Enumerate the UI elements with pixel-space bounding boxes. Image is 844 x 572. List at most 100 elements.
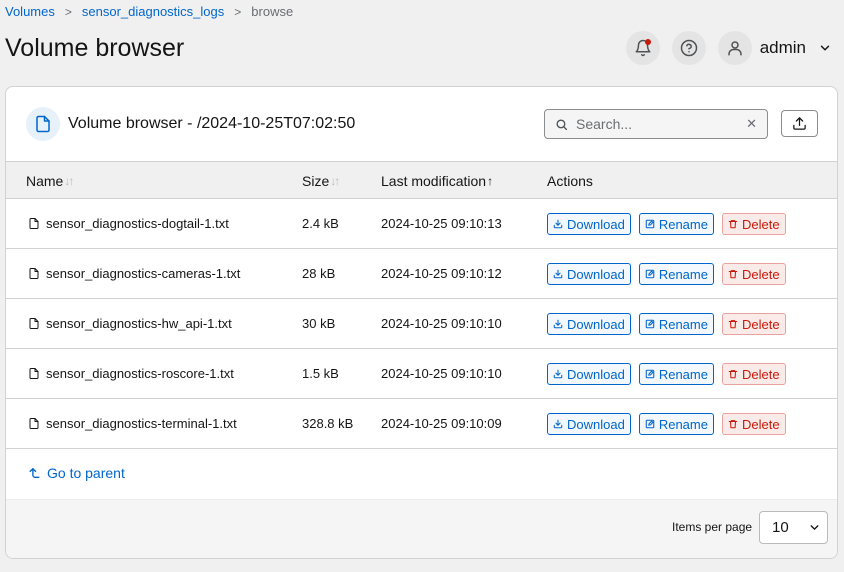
breadcrumb-separator: > xyxy=(64,4,72,19)
breadcrumb-volumes-link[interactable]: Volumes xyxy=(5,4,55,19)
help-button[interactable] xyxy=(671,31,706,65)
rename-label: Rename xyxy=(658,266,708,282)
volume-browser-card: Volume browser - /2024-10-25T07:02:50 ✕ … xyxy=(5,86,838,559)
items-per-page-label: Items per page xyxy=(672,520,753,534)
row-actions: Download Rename Delete xyxy=(547,413,794,435)
column-header-modified-label: Last modification xyxy=(381,173,487,189)
rename-label: Rename xyxy=(658,366,708,382)
rename-button[interactable]: Rename xyxy=(638,263,714,285)
file-size: 328.8 kB xyxy=(302,416,354,431)
user-icon xyxy=(727,41,742,56)
download-button[interactable]: Download xyxy=(547,413,631,435)
column-header-modified[interactable]: Last modification ↑ xyxy=(381,173,493,189)
rename-button[interactable]: Rename xyxy=(638,313,714,335)
items-per-page-select[interactable]: 10 xyxy=(759,511,828,544)
rename-button[interactable]: Rename xyxy=(638,413,714,435)
pagination-footer: Items per page 10 xyxy=(6,499,837,558)
delete-label: Delete xyxy=(741,316,780,332)
edit-icon xyxy=(645,419,655,429)
file-icon xyxy=(29,268,39,279)
breadcrumb: Volumes > sensor_diagnostics_logs > brow… xyxy=(5,4,293,19)
trash-icon xyxy=(728,320,738,329)
table-row: sensor_diagnostics-hw_api-1.txt 30 kB 2024… xyxy=(6,299,837,349)
notifications-button[interactable] xyxy=(625,31,660,65)
file-modified: 2024-10-25 09:10:10 xyxy=(381,316,502,331)
download-button[interactable]: Download xyxy=(547,213,631,235)
edit-icon xyxy=(645,369,655,379)
download-icon xyxy=(553,419,563,429)
row-actions: Download Rename Delete xyxy=(547,263,794,285)
download-icon xyxy=(553,219,563,229)
breadcrumb-current: browse xyxy=(251,4,294,19)
rename-label: Rename xyxy=(658,416,708,432)
download-button[interactable]: Download xyxy=(547,263,631,285)
delete-button[interactable]: Delete xyxy=(721,313,786,335)
table-row: sensor_diagnostics-terminal-1.txt 328.8 k… xyxy=(6,399,837,449)
search-icon xyxy=(556,118,568,130)
user-name[interactable]: admin xyxy=(760,38,806,58)
table-row: sensor_diagnostics-cameras-1.txt 28 kB 202… xyxy=(6,249,837,299)
sort-icon: ↓↑ xyxy=(64,174,74,188)
file-size: 1.5 kB xyxy=(302,366,339,381)
file-name-cell: sensor_diagnostics-terminal-1.txt xyxy=(28,416,237,431)
file-icon xyxy=(29,368,39,379)
search-input[interactable] xyxy=(576,116,736,132)
help-icon xyxy=(680,39,697,57)
file-name-cell: sensor_diagnostics-roscore-1.txt xyxy=(28,366,234,381)
chevron-down-icon xyxy=(810,525,819,530)
card-title: Volume browser - /2024-10-25T07:02:50 xyxy=(68,115,356,132)
delete-button[interactable]: Delete xyxy=(721,263,786,285)
table-header: Name ↓↑ Size ↓↑ Last modification ↑ Acti… xyxy=(6,161,837,199)
row-actions: Download Rename Delete xyxy=(547,313,794,335)
items-per-page-value: 10 xyxy=(772,519,789,536)
file-modified: 2024-10-25 09:10:09 xyxy=(381,416,502,431)
breadcrumb-volume-link[interactable]: sensor_diagnostics_logs xyxy=(82,4,224,19)
delete-button[interactable]: Delete xyxy=(721,213,786,235)
column-header-actions-label: Actions xyxy=(547,173,593,189)
chevron-down-icon[interactable] xyxy=(818,41,832,55)
file-modified: 2024-10-25 09:10:10 xyxy=(381,366,502,381)
edit-icon xyxy=(645,269,655,279)
column-header-actions: Actions xyxy=(547,173,593,189)
upload-icon xyxy=(793,117,806,130)
file-name: sensor_diagnostics-hw_api-1.txt xyxy=(46,316,232,331)
user-avatar[interactable] xyxy=(717,31,752,65)
rename-label: Rename xyxy=(658,316,708,332)
go-to-parent-link[interactable]: Go to parent xyxy=(28,465,125,481)
download-label: Download xyxy=(567,316,625,332)
delete-label: Delete xyxy=(741,266,780,282)
file-table: Name ↓↑ Size ↓↑ Last modification ↑ Acti… xyxy=(6,161,837,449)
delete-button[interactable]: Delete xyxy=(721,413,786,435)
download-button[interactable]: Download xyxy=(547,313,631,335)
delete-label: Delete xyxy=(741,216,780,232)
table-row: sensor_diagnostics-dogtail-1.txt 2.4 kB 20… xyxy=(6,199,837,249)
file-size: 28 kB xyxy=(302,266,336,281)
delete-label: Delete xyxy=(741,416,780,432)
download-button[interactable]: Download xyxy=(547,363,631,385)
download-icon xyxy=(553,269,563,279)
download-label: Download xyxy=(567,416,625,432)
delete-label: Delete xyxy=(741,366,780,382)
file-name: sensor_diagnostics-roscore-1.txt xyxy=(46,366,234,381)
notification-dot xyxy=(644,39,651,45)
delete-button[interactable]: Delete xyxy=(721,363,786,385)
row-actions: Download Rename Delete xyxy=(547,363,794,385)
column-header-size[interactable]: Size ↓↑ xyxy=(302,173,340,189)
file-icon xyxy=(29,218,39,229)
file-badge xyxy=(26,107,60,141)
file-name: sensor_diagnostics-dogtail-1.txt xyxy=(46,216,229,231)
download-label: Download xyxy=(567,216,625,232)
column-header-name[interactable]: Name ↓↑ xyxy=(26,173,74,189)
sort-icon: ↓↑ xyxy=(330,174,340,188)
download-label: Download xyxy=(567,366,625,382)
download-icon xyxy=(553,369,563,379)
rename-button[interactable]: Rename xyxy=(638,363,714,385)
clear-search-button[interactable]: ✕ xyxy=(746,116,757,132)
upload-button[interactable] xyxy=(781,110,818,137)
file-name-cell: sensor_diagnostics-cameras-1.txt xyxy=(28,266,240,281)
row-actions: Download Rename Delete xyxy=(547,213,794,235)
search-box: ✕ xyxy=(544,109,768,139)
rename-button[interactable]: Rename xyxy=(638,213,714,235)
sort-active-icon: ↑ xyxy=(487,174,493,188)
file-icon xyxy=(29,318,39,329)
